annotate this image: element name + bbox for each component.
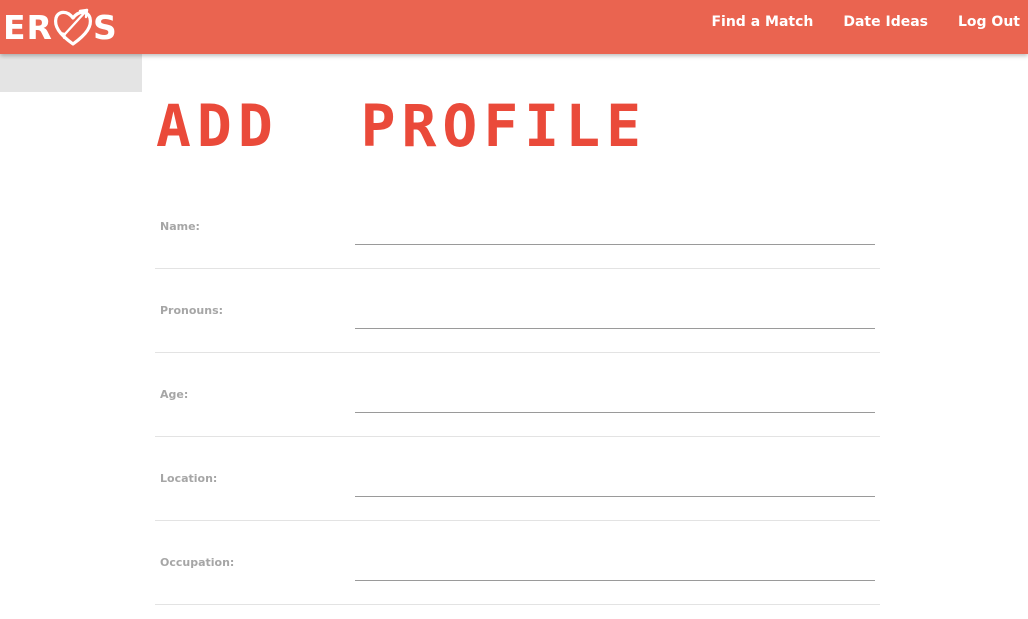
name-input[interactable] — [355, 220, 875, 245]
nav-log-out[interactable]: Log Out — [958, 14, 1020, 30]
logo-text-right: S — [92, 7, 118, 47]
logo[interactable]: ER S — [0, 0, 142, 54]
nav-find-a-match[interactable]: Find a Match — [711, 14, 813, 30]
logo-wordmark: ER S — [3, 4, 118, 50]
name-label: Name: — [160, 220, 200, 233]
form-row-name: Name: — [155, 185, 880, 269]
location-input[interactable] — [355, 472, 875, 497]
age-label: Age: — [160, 388, 189, 401]
pronouns-label: Pronouns: — [160, 304, 224, 317]
occupation-input[interactable] — [355, 556, 875, 581]
age-input[interactable] — [355, 388, 875, 413]
form-row-occupation: Occupation: — [155, 521, 880, 605]
page: ER S Find a Match Date Ideas Log Out ADD… — [0, 0, 1028, 619]
form-row-location: Location: — [155, 437, 880, 521]
top-navbar: ER S Find a Match Date Ideas Log Out — [0, 0, 1028, 54]
add-profile-form: Name: Pronouns: Age: Location: Occupatio… — [155, 185, 880, 605]
occupation-label: Occupation: — [160, 556, 235, 569]
location-label: Location: — [160, 472, 218, 485]
page-title: ADD PROFILE — [156, 92, 648, 160]
nav-links: Find a Match Date Ideas Log Out — [681, 0, 1020, 44]
logo-text-left: ER — [3, 7, 53, 47]
pronouns-input[interactable] — [355, 304, 875, 329]
form-row-age: Age: — [155, 353, 880, 437]
heart-arrow-icon — [53, 8, 92, 46]
nav-date-ideas[interactable]: Date Ideas — [843, 14, 928, 30]
form-row-pronouns: Pronouns: — [155, 269, 880, 353]
